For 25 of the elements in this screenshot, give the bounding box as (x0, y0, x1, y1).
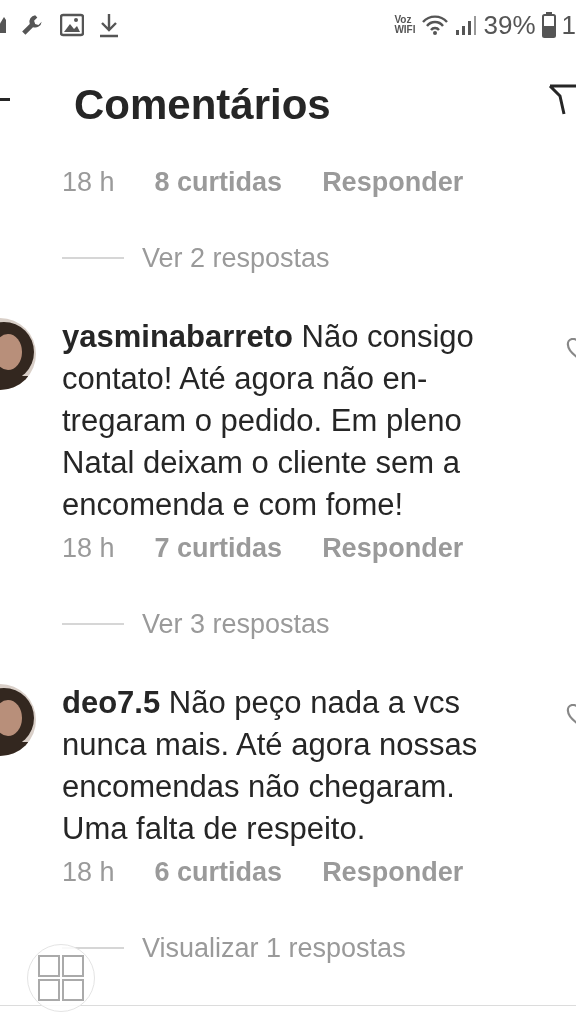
image-icon (60, 13, 84, 37)
view-replies-button[interactable]: Ver 3 respostas (142, 608, 330, 640)
likes-count[interactable]: 7 curtidas (154, 532, 283, 564)
battery-percent: 39% (483, 9, 536, 41)
likes-count[interactable]: 8 curtidas (154, 166, 283, 198)
comment-time: 18 h (62, 166, 115, 198)
view-replies-button[interactable]: Visualizar 1 respostas (142, 932, 406, 964)
reply-button[interactable]: Responder (322, 856, 464, 888)
comment-time: 18 h (62, 532, 115, 564)
comment-time: 18 h (62, 856, 115, 888)
grid-icon (38, 955, 84, 1001)
signal-icon (455, 14, 478, 36)
comment-text: yasminabarreto Não consigo contato! Até agora não en- tregaram o pedido. Em pleno Natal deixam o cliente sem a encomenda e com fome! (62, 318, 474, 524)
view-replies-button[interactable]: Ver 2 respostas (142, 242, 330, 274)
battery-icon (541, 12, 556, 38)
clock: 1 (561, 9, 576, 41)
reply-button[interactable]: Responder (322, 532, 464, 564)
likes-count[interactable]: 6 curtidas (154, 856, 283, 888)
comment-text: deo7.5 Não peço nada a vcs nunca mais. Até agora nossas encomendas não chegaram. Uma falta de respeito. (62, 684, 478, 848)
wifi-icon (421, 14, 450, 36)
page-title: Comentários (74, 81, 331, 129)
reply-button[interactable]: Responder (322, 166, 464, 198)
network-label: Voz WIFI (394, 15, 416, 35)
back-arrow-icon[interactable] (0, 98, 10, 102)
download-icon (98, 12, 120, 38)
